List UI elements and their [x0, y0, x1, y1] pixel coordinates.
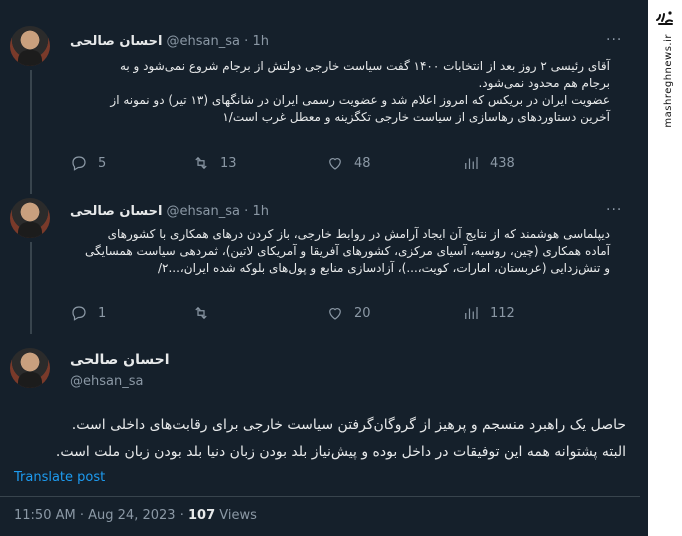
- tweet-text-line: آخرین دستاوردهای رهاسازی از سیاست خارجی …: [222, 110, 610, 124]
- like-count: 48: [354, 155, 371, 171]
- tweet-text-line: برجام هم محدود نمی‌شود.: [478, 76, 610, 90]
- author-name[interactable]: احسان صالحی: [70, 352, 170, 368]
- retweet-button[interactable]: 13: [192, 154, 237, 172]
- retweet-icon: [195, 306, 207, 320]
- tweet-text-line: آماده همکاری (چین، روسیه، آسیای مرکزی، ک…: [85, 244, 610, 258]
- reply-icon: [72, 306, 86, 321]
- views-count: 107: [187, 508, 216, 523]
- heart-icon: [329, 158, 341, 170]
- reply-icon: [72, 156, 86, 171]
- more-options-icon[interactable]: ···: [606, 32, 622, 48]
- retweet-count: 13: [220, 155, 237, 171]
- reply-button[interactable]: 5: [70, 154, 106, 172]
- tweet-text: آقای رئیسی ۲ روز بعد از انتخابات ۱۴۰۰ گف…: [66, 58, 610, 126]
- tweet-text-line: البته پشتوانه همه این توفیقات در داخل بو…: [55, 444, 626, 460]
- like-button[interactable]: 48: [326, 154, 371, 172]
- main-tweet-text: حاصل یک راهبرد منسجم و پرهیز از گروگان‌گ…: [14, 412, 626, 466]
- watermark-strip: mashreghnews.ir: [648, 0, 682, 536]
- view-count: 112: [490, 305, 515, 321]
- post-time[interactable]: 11:50 AM: [14, 508, 76, 523]
- tweet-actions: 1 20 112: [70, 304, 590, 324]
- tweet-header: احسان صالحی @ehsan_sa · 1h: [70, 204, 269, 219]
- dot-separator: ·: [244, 34, 249, 49]
- author-handle[interactable]: @ehsan_sa: [70, 374, 143, 389]
- dot-separator: ·: [179, 508, 184, 523]
- bar-chart-icon: [465, 307, 478, 319]
- tweet-meta: 11:50 AM · Aug 24, 2023 · 107 Views: [14, 508, 257, 523]
- more-options-icon[interactable]: ···: [606, 202, 622, 218]
- avatar[interactable]: [10, 348, 50, 388]
- avatar[interactable]: [10, 26, 50, 66]
- reply-count: 1: [98, 305, 107, 321]
- dot-separator: ·: [79, 508, 84, 523]
- mashregh-logo-icon: [656, 11, 673, 25]
- bar-chart-icon: [465, 157, 478, 169]
- tweet-text: دیپلماسی هوشمند که از نتایج آن ایجاد آرا…: [66, 226, 610, 277]
- tweet-time[interactable]: 1h: [252, 34, 269, 49]
- tweet-time[interactable]: 1h: [252, 204, 269, 219]
- like-count: 20: [354, 305, 371, 321]
- tweet-text-line: آقای رئیسی ۲ روز بعد از انتخابات ۱۴۰۰ گف…: [119, 59, 610, 73]
- post-date[interactable]: Aug 24, 2023: [88, 508, 175, 523]
- tweet-text-line: و تنش‌زدایی (عربستان، امارات، کویت،...)،…: [157, 261, 610, 275]
- divider: [0, 496, 640, 497]
- watermark-text: mashreghnews.ir: [663, 34, 674, 128]
- author-handle[interactable]: @ehsan_sa: [167, 34, 240, 49]
- author-name[interactable]: احسان صالحی: [70, 204, 162, 219]
- heart-icon: [329, 308, 341, 320]
- thread-line: [30, 242, 32, 334]
- dot-separator: ·: [244, 204, 249, 219]
- view-count: 438: [490, 155, 515, 171]
- retweet-icon: [195, 156, 207, 170]
- tweet-text-line: عضویت ایران در بریکس که امروز اعلام شد و…: [110, 93, 610, 107]
- tweet-actions: 5 13 48 438: [70, 154, 590, 174]
- views-button[interactable]: 438: [462, 154, 515, 172]
- views-button[interactable]: 112: [462, 304, 515, 322]
- like-button[interactable]: 20: [326, 304, 371, 322]
- views-label: Views: [219, 508, 257, 523]
- author-name[interactable]: احسان صالحی: [70, 34, 162, 49]
- translate-post-link[interactable]: Translate post: [14, 470, 105, 485]
- thread-line: [30, 70, 32, 194]
- reply-button[interactable]: 1: [70, 304, 106, 322]
- tweet-header: احسان صالحی @ehsan_sa · 1h: [70, 34, 269, 49]
- author-handle[interactable]: @ehsan_sa: [167, 204, 240, 219]
- tweet-text-line: حاصل یک راهبرد منسجم و پرهیز از گروگان‌گ…: [71, 417, 626, 433]
- avatar[interactable]: [10, 198, 50, 238]
- tweet-text-line: دیپلماسی هوشمند که از نتایج آن ایجاد آرا…: [107, 227, 610, 241]
- reply-count: 5: [98, 155, 107, 171]
- retweet-button[interactable]: [192, 304, 220, 322]
